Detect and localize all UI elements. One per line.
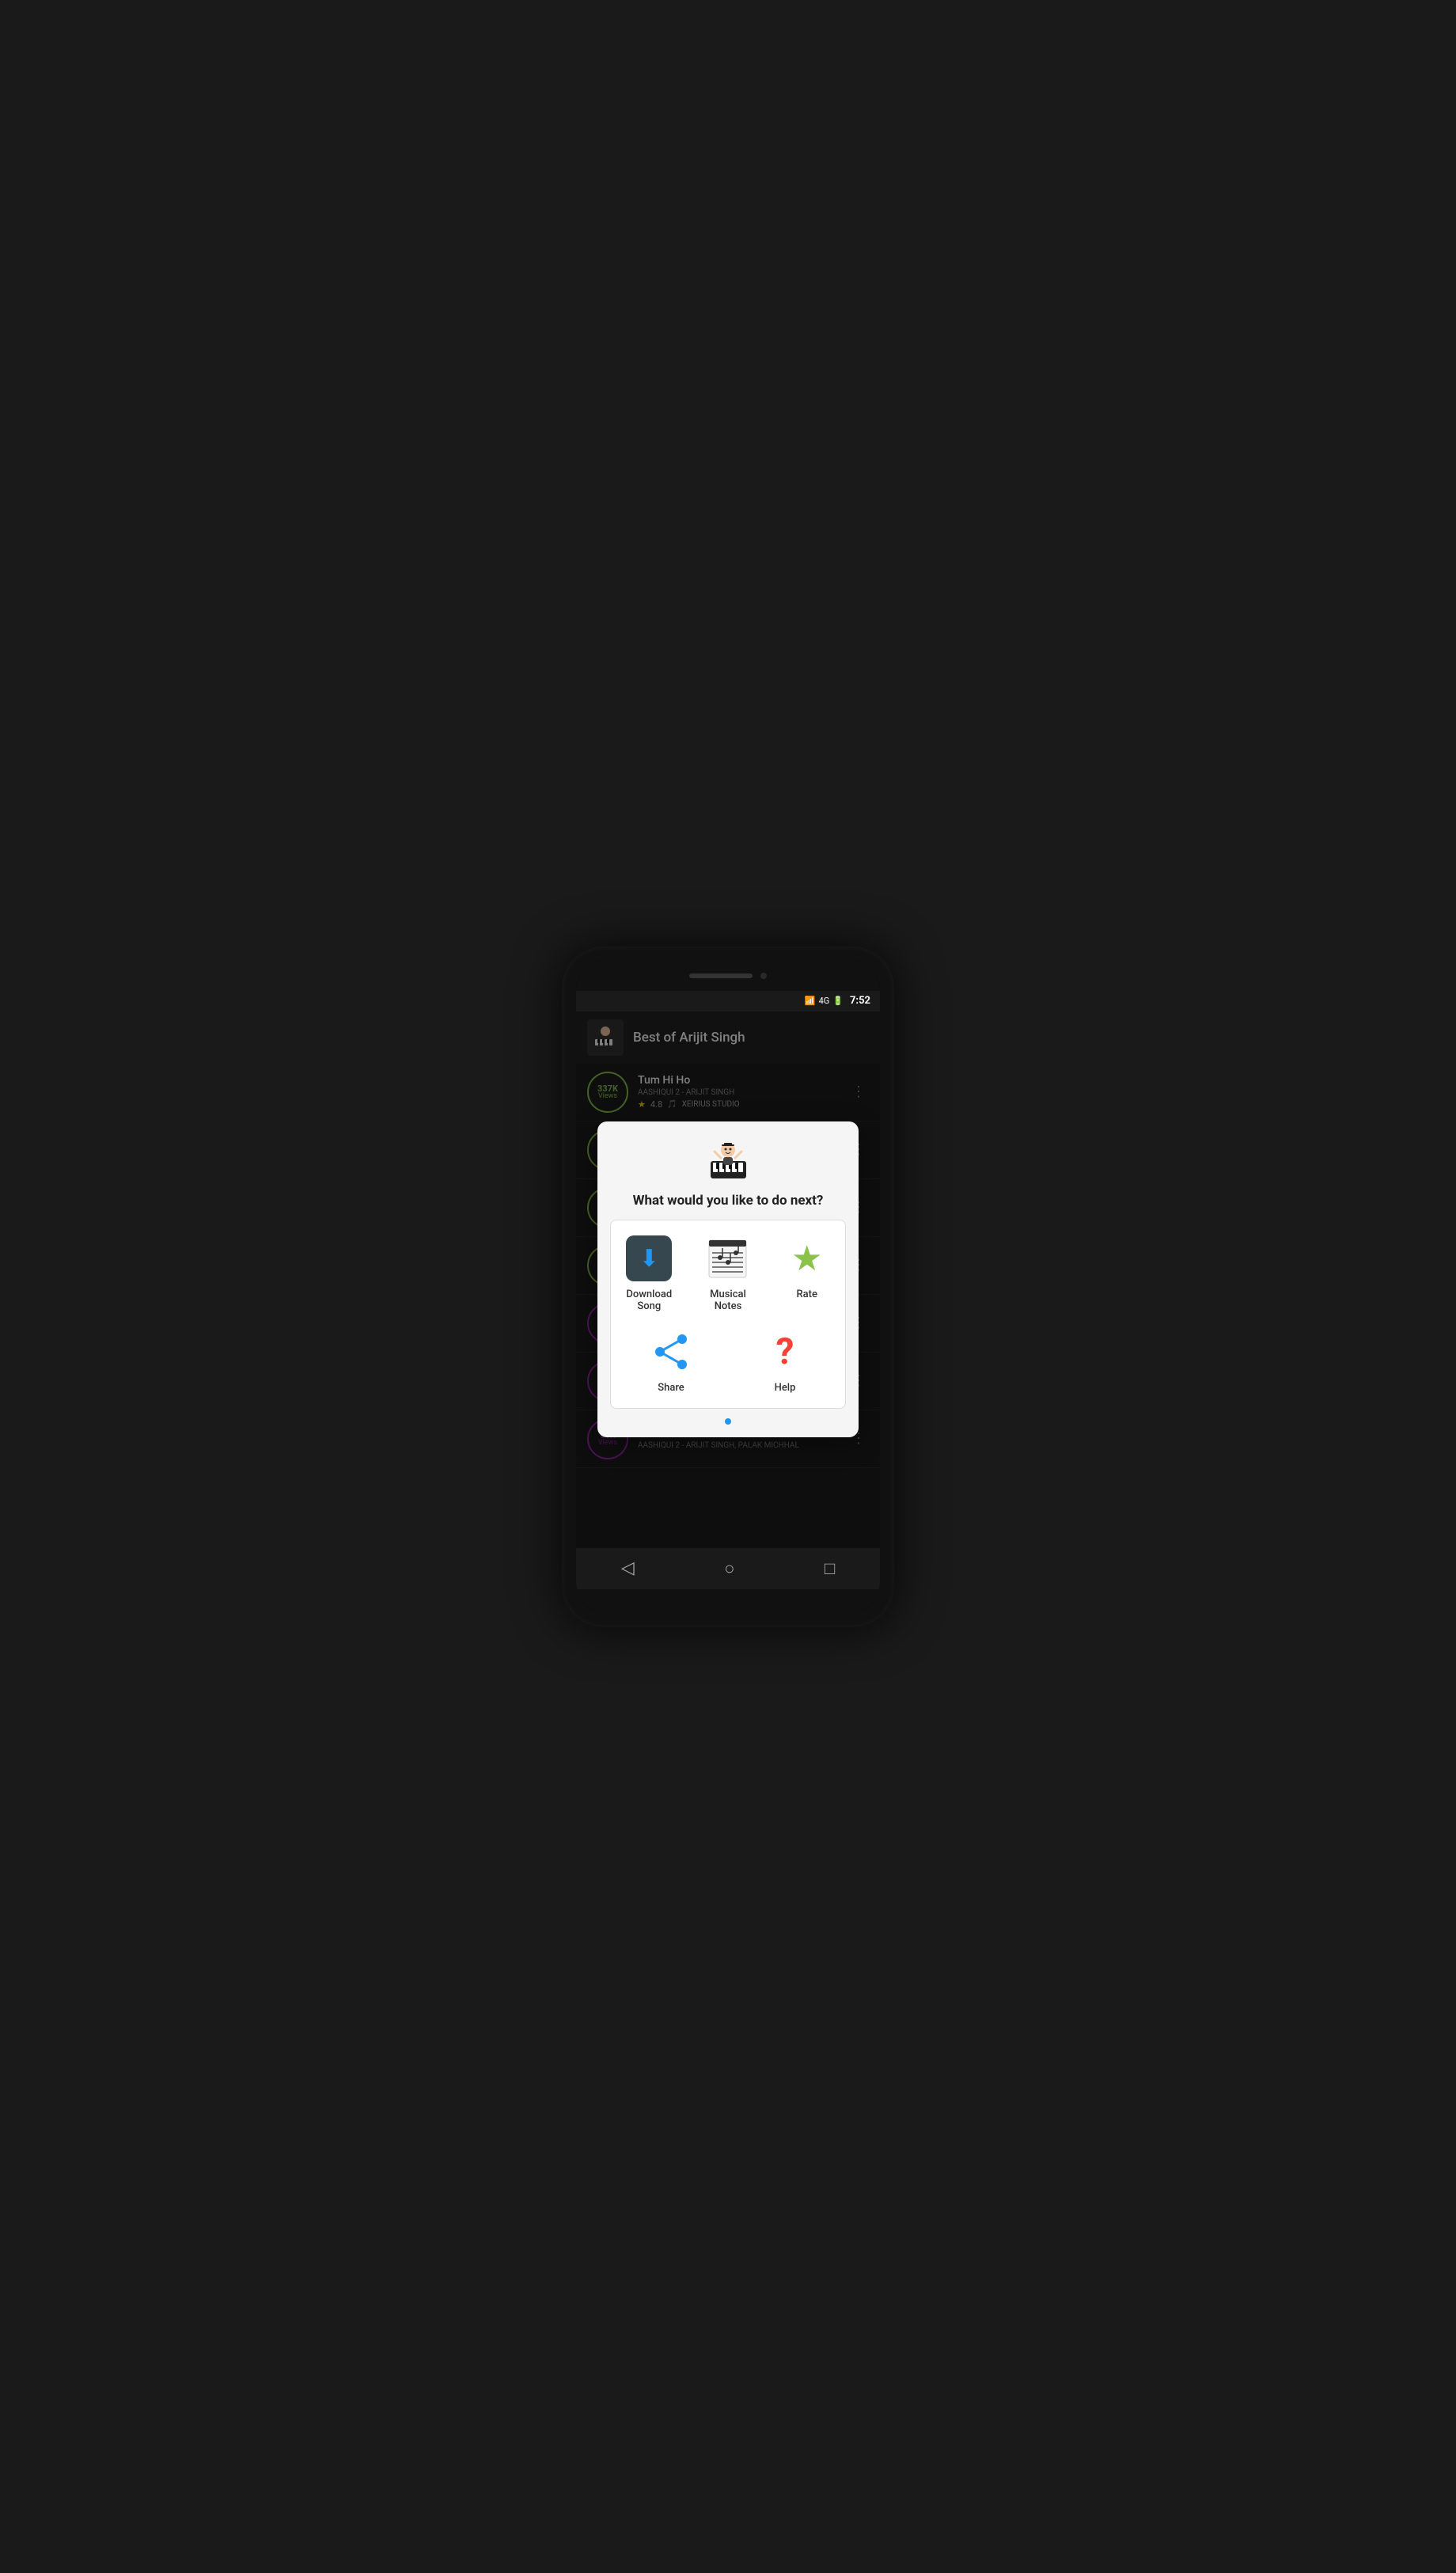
help-icon-wrap: ? <box>761 1328 809 1376</box>
musical-notes-icon <box>706 1237 749 1281</box>
dialog-row-1: ⬇ DownloadSong <box>617 1230 839 1317</box>
action-dialog: What would you like to do next? ⬇ <box>597 1121 859 1437</box>
notes-icon-wrap <box>704 1235 752 1282</box>
musical-notes-button[interactable]: Musical Notes <box>688 1230 769 1317</box>
status-bar: 📶 4G 🔋 7:52 <box>576 991 880 1011</box>
rate-star-icon: ★ <box>791 1241 822 1276</box>
phone-top-bezel <box>576 961 880 991</box>
recents-button[interactable]: □ <box>825 1558 835 1579</box>
help-question-icon: ? <box>776 1330 794 1373</box>
home-button[interactable]: ○ <box>724 1558 734 1579</box>
bottom-nav: ◁ ○ □ <box>576 1548 880 1589</box>
share-label: Share <box>658 1382 684 1394</box>
mascot-svg <box>703 1137 754 1183</box>
page-indicator <box>725 1418 731 1425</box>
rate-label: Rate <box>796 1288 817 1300</box>
share-icon <box>650 1331 692 1372</box>
time-label: 7:52 <box>850 995 870 1007</box>
download-song-button[interactable]: ⬇ DownloadSong <box>617 1230 681 1317</box>
status-icons: 📶 4G 🔋 7:52 <box>805 995 870 1007</box>
share-icon-wrap <box>647 1328 695 1376</box>
download-icon-box: ⬇ <box>626 1235 672 1281</box>
share-button[interactable]: Share <box>638 1323 704 1398</box>
help-label: Help <box>775 1382 796 1394</box>
battery-icon: 🔋 <box>832 996 844 1006</box>
download-song-label: DownloadSong <box>626 1288 672 1312</box>
camera <box>760 973 767 979</box>
dialog-row-2: Share ? Help <box>617 1323 839 1398</box>
dialog-question: What would you like to do next? <box>633 1193 824 1209</box>
help-button[interactable]: ? Help <box>752 1323 818 1398</box>
phone-device: 📶 4G 🔋 7:52 <box>562 947 894 1627</box>
phone-screen: 📶 4G 🔋 7:52 <box>576 961 880 1613</box>
musical-notes-label: Musical Notes <box>697 1288 760 1312</box>
rate-icon-wrap: ★ <box>783 1235 831 1282</box>
dialog-overlay[interactable]: What would you like to do next? ⬇ <box>576 1011 880 1548</box>
download-arrow-icon: ⬇ <box>639 1245 659 1273</box>
speaker <box>689 973 753 978</box>
network-icon: 📶 <box>805 996 816 1006</box>
back-button[interactable]: ◁ <box>621 1558 635 1578</box>
phone-bottom-bezel <box>576 1589 880 1613</box>
screen-content: Best of Arijit Singh 337K Views Tum Hi H… <box>576 1011 880 1548</box>
dialog-mascot <box>703 1137 754 1186</box>
download-icon-wrap: ⬇ <box>625 1235 673 1282</box>
indicator-dot-active <box>725 1418 731 1425</box>
rate-button[interactable]: ★ Rate <box>775 1230 839 1317</box>
network-label: 4G <box>819 996 830 1006</box>
dialog-grid: ⬇ DownloadSong <box>610 1220 846 1409</box>
